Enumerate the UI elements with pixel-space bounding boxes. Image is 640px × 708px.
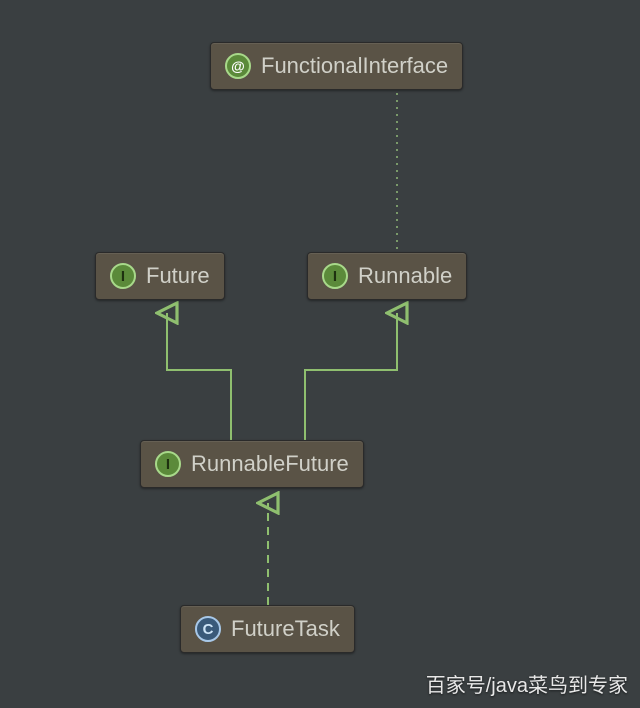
interface-icon: I <box>322 263 348 289</box>
class-icon: C <box>195 616 221 642</box>
node-runnable[interactable]: I Runnable <box>307 252 467 300</box>
connector-layer <box>0 0 640 708</box>
node-label: FutureTask <box>231 616 340 642</box>
node-future[interactable]: I Future <box>95 252 225 300</box>
node-label: FunctionalInterface <box>261 53 448 79</box>
edge-runnablefuture-to-future <box>167 313 231 440</box>
watermark-text: 百家号/java菜鸟到专家 <box>426 669 628 698</box>
annotation-icon: @ <box>225 53 251 79</box>
interface-icon: I <box>110 263 136 289</box>
node-functionalinterface[interactable]: @ FunctionalInterface <box>210 42 463 90</box>
node-runnablefuture[interactable]: I RunnableFuture <box>140 440 364 488</box>
edge-runnablefuture-to-runnable <box>305 313 397 440</box>
node-label: Future <box>146 263 210 289</box>
node-futuretask[interactable]: C FutureTask <box>180 605 355 653</box>
node-label: Runnable <box>358 263 452 289</box>
node-label: RunnableFuture <box>191 451 349 477</box>
interface-icon: I <box>155 451 181 477</box>
